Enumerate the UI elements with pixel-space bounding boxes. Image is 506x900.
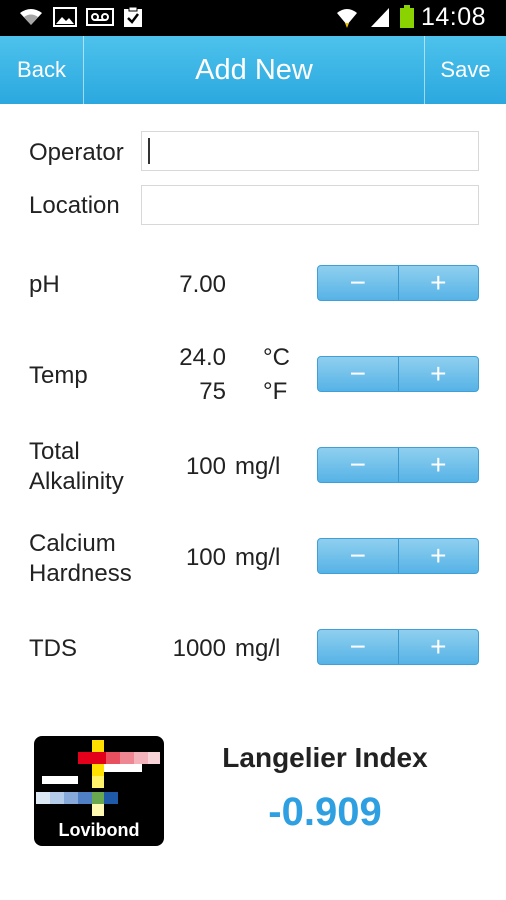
temp-celsius-unit: °C: [263, 344, 290, 371]
operator-input[interactable]: [141, 131, 479, 171]
wifi-icon: [18, 6, 44, 28]
tds-stepper: − +: [317, 629, 479, 665]
calcium-label-line1: Calcium: [29, 530, 116, 557]
temp-decrement-button[interactable]: −: [318, 357, 398, 391]
alkalinity-value: 100: [185, 453, 226, 480]
tds-unit: mg/l: [235, 635, 281, 662]
ph-stepper: − +: [317, 265, 479, 301]
temp-label: Temp: [29, 362, 88, 389]
alkalinity-increment-button[interactable]: +: [397, 448, 479, 482]
wifi-signal-icon: [334, 6, 360, 28]
calcium-stepper: − +: [317, 538, 479, 574]
ph-decrement-button[interactable]: −: [318, 266, 398, 300]
operator-label: Operator: [29, 139, 124, 166]
calcium-unit: mg/l: [235, 544, 281, 571]
alkalinity-label-line2: Alkalinity: [29, 468, 124, 495]
tds-decrement-button[interactable]: −: [318, 630, 398, 664]
temp-fahrenheit-value: 75: [199, 378, 226, 405]
battery-icon: [398, 5, 416, 28]
temp-increment-button[interactable]: +: [397, 357, 479, 391]
action-bar: Back Add New Save: [0, 36, 506, 104]
temp-celsius-value: 24.0: [179, 344, 226, 371]
calcium-value: 100: [185, 544, 226, 571]
page-title: Add New: [195, 53, 313, 86]
tds-value: 1000: [172, 635, 226, 662]
ph-increment-button[interactable]: +: [397, 266, 479, 300]
status-bar: 14:08: [0, 0, 506, 36]
status-time: 14:08: [420, 3, 486, 31]
alkalinity-stepper: − +: [317, 447, 479, 483]
save-button[interactable]: Save: [424, 36, 506, 104]
clipboard-check-icon: [121, 6, 145, 28]
back-button[interactable]: Back: [0, 36, 84, 104]
location-input[interactable]: [141, 185, 479, 225]
calcium-increment-button[interactable]: +: [397, 539, 479, 573]
cell-signal-icon: [368, 6, 392, 28]
text-cursor: [148, 138, 150, 164]
voicemail-icon: [86, 6, 114, 28]
logo-text: Lovibond: [59, 820, 140, 840]
langelier-index-title: Langelier Index: [222, 742, 428, 773]
alkalinity-label-line1: Total: [29, 438, 80, 465]
calcium-label-line2: Hardness: [29, 560, 132, 587]
temp-stepper: − +: [317, 356, 479, 392]
ph-label: pH: [29, 271, 60, 298]
langelier-index-value: -0.909: [268, 790, 382, 834]
calcium-decrement-button[interactable]: −: [318, 539, 398, 573]
alkalinity-unit: mg/l: [235, 453, 281, 480]
tds-label: TDS: [29, 635, 77, 662]
image-icon: [52, 6, 78, 28]
lovibond-logo: Lovibond: [34, 736, 164, 846]
tds-increment-button[interactable]: +: [397, 630, 479, 664]
location-label: Location: [29, 192, 120, 219]
ph-value: 7.00: [179, 271, 226, 298]
temp-fahrenheit-unit: °F: [263, 378, 288, 405]
alkalinity-decrement-button[interactable]: −: [318, 448, 398, 482]
